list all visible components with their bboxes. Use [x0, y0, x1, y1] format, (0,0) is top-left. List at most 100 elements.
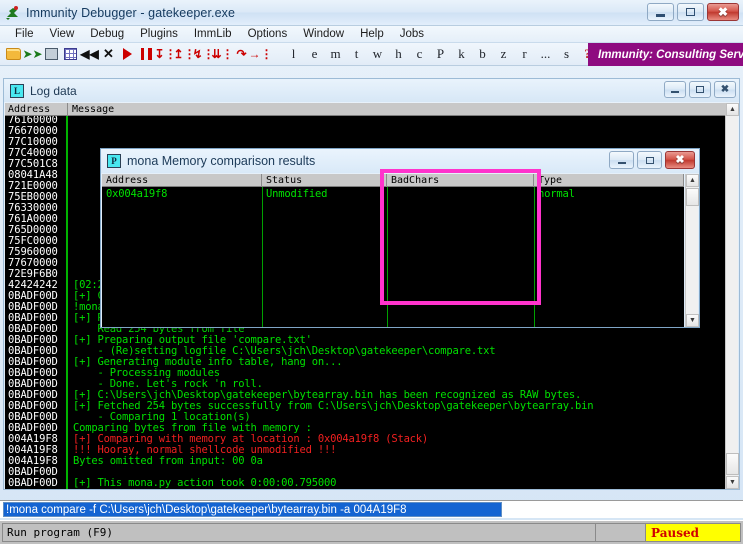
log-row[interactable]: 76670000: [5, 126, 728, 137]
log-column-message[interactable]: Message: [68, 104, 114, 115]
log-row-message: [68, 247, 73, 258]
toolbar-letter-w[interactable]: w: [367, 46, 388, 62]
log-window-title: Log data: [30, 83, 77, 98]
log-scroll-up-arrow[interactable]: ▲: [726, 103, 739, 116]
menu-item-jobs[interactable]: Jobs: [392, 28, 432, 40]
menu-item-view[interactable]: View: [42, 28, 83, 40]
toolbar-letter-l[interactable]: l: [283, 46, 304, 62]
mona-close-button[interactable]: ✖: [665, 151, 695, 169]
log-row[interactable]: 0BADF00D [+] This mona.py action took 0:0…: [5, 478, 728, 489]
mona-minimize-button[interactable]: [609, 151, 634, 169]
log-window-icon: L: [10, 83, 24, 98]
trace-into-icon[interactable]: ↯⋮: [192, 46, 214, 63]
toolbar-letter-b[interactable]: b: [472, 46, 493, 62]
status-spacer: [596, 523, 646, 542]
toolbar-letter-e[interactable]: e: [304, 46, 325, 62]
log-row-message: [+] This mona.py action took 0:00:00.795…: [73, 477, 337, 489]
log-row-message: [68, 170, 73, 181]
log-window-titlebar: L Log data ✖: [4, 79, 739, 102]
status-hint: Run program (F9): [2, 523, 596, 542]
toolbar-letter-c[interactable]: c: [409, 46, 430, 62]
mona-column-header: Address Status BadChars Type: [102, 173, 684, 187]
main-title-text: Immunity Debugger - gatekeeper.exe: [26, 5, 236, 20]
run-icon[interactable]: [119, 46, 136, 63]
log-row-message: [68, 192, 73, 203]
close-button[interactable]: ✖: [707, 3, 739, 21]
mona-column-badchars[interactable]: BadChars: [387, 173, 534, 187]
log-row[interactable]: 004A19F8 Bytes omitted from input: 00 0a: [5, 456, 728, 467]
mona-dialog-titlebar: P mona Memory comparison results ✖: [101, 149, 699, 173]
close-icon: ✖: [720, 83, 730, 95]
mona-dialog-controls: ✖: [609, 151, 695, 169]
pause-icon[interactable]: [138, 46, 155, 63]
mona-column-divider: [262, 187, 263, 327]
toolbar-letter-m[interactable]: m: [325, 46, 346, 62]
immunity-promo-banner: Immunity: Consulting Services Manager: [588, 43, 743, 66]
log-row[interactable]: 77C10000: [5, 137, 728, 148]
log-maximize-button[interactable]: [689, 81, 711, 98]
menu-item-window[interactable]: Window: [295, 28, 352, 40]
mona-scroll-down-arrow[interactable]: ▼: [686, 314, 699, 327]
toolbar: ➤➤ ◀◀ ✕ ↧⋮ ↥⋮ ↯⋮ ⇊⋮ ↷ →⋮ l e m t w h c P…: [0, 43, 743, 66]
attach-icon[interactable]: ➤➤: [22, 46, 42, 63]
open-folder-icon[interactable]: [5, 46, 22, 63]
module-grid-icon[interactable]: [62, 46, 79, 63]
toolbar-letter-h[interactable]: h: [388, 46, 409, 62]
log-minimize-button[interactable]: [664, 81, 686, 98]
animate-icon[interactable]: →⋮: [249, 46, 273, 63]
log-row-message: [68, 203, 73, 214]
log-close-button[interactable]: ✖: [714, 81, 736, 98]
menu-item-options[interactable]: Options: [240, 28, 296, 40]
execute-till-return-icon[interactable]: ↷: [233, 46, 250, 63]
minimize-icon: [617, 161, 626, 164]
log-scroll-down-arrow[interactable]: ▼: [726, 476, 739, 489]
toolbar-letter-z[interactable]: z: [493, 46, 514, 62]
toolbar-letter-t[interactable]: t: [346, 46, 367, 62]
menu-item-plugins[interactable]: Plugins: [132, 28, 186, 40]
restart-icon[interactable]: ◀◀: [80, 46, 98, 63]
mona-maximize-button[interactable]: [637, 151, 662, 169]
log-row-message: [68, 225, 73, 236]
step-over-icon[interactable]: ↥⋮: [173, 46, 195, 63]
log-row-message: Bytes omitted from input: 00 0a: [73, 455, 263, 467]
log-scroll-thumb[interactable]: [726, 453, 739, 475]
maximize-button[interactable]: [677, 3, 704, 21]
menu-item-help[interactable]: Help: [352, 28, 392, 40]
mona-column-address[interactable]: Address: [102, 173, 262, 187]
log-window-controls: ✖: [664, 81, 736, 98]
log-row-address: 0BADF00D: [5, 478, 68, 489]
close-icon: ✖: [717, 5, 729, 19]
mona-scrollbar[interactable]: ▲ ▼: [685, 174, 699, 327]
toolbar-letter-P[interactable]: P: [430, 46, 451, 62]
mona-scroll-thumb[interactable]: [686, 188, 699, 206]
main-window-controls: ✖: [647, 3, 739, 21]
toolbar-letter-k[interactable]: k: [451, 46, 472, 62]
log-row-message: [68, 236, 73, 247]
minimize-icon: [656, 13, 665, 17]
close-program-icon[interactable]: ✕: [100, 46, 117, 63]
menu-item-debug[interactable]: Debug: [82, 28, 132, 40]
mona-column-status[interactable]: Status: [262, 173, 387, 187]
toolbar-letter-s[interactable]: s: [556, 46, 577, 62]
toolbar-icon-group: ➤➤ ◀◀ ✕ ↧⋮ ↥⋮ ↯⋮ ⇊⋮ ↷ →⋮: [0, 46, 273, 63]
log-row-message: [68, 214, 73, 225]
log-row[interactable]: 76160000: [5, 116, 728, 126]
log-row-message: [68, 148, 73, 159]
log-row-message: [68, 137, 73, 148]
menu-item-file[interactable]: File: [7, 28, 42, 40]
trace-over-icon[interactable]: ⇊⋮: [211, 46, 233, 63]
step-into-icon[interactable]: ↧⋮: [154, 46, 176, 63]
mona-column-type[interactable]: Type: [534, 173, 684, 187]
toolbar-letter-ellipsis[interactable]: ...: [535, 46, 556, 62]
toolbar-letter-r[interactable]: r: [514, 46, 535, 62]
log-window-icon[interactable]: [43, 46, 60, 63]
menu-item-immlib[interactable]: ImmLib: [186, 28, 240, 40]
command-input[interactable]: !mona compare -f C:\Users\jch\Desktop\ga…: [3, 502, 502, 517]
log-scrollbar[interactable]: ▲ ▼: [725, 103, 739, 489]
minimize-button[interactable]: [647, 3, 674, 21]
mona-scroll-up-arrow[interactable]: ▲: [686, 174, 699, 187]
log-column-address[interactable]: Address: [5, 102, 68, 116]
mona-result-row[interactable]: 0x004a19f8 Unmodified normal: [102, 187, 684, 327]
minimize-icon: [671, 91, 679, 93]
log-row-message: [68, 258, 73, 269]
